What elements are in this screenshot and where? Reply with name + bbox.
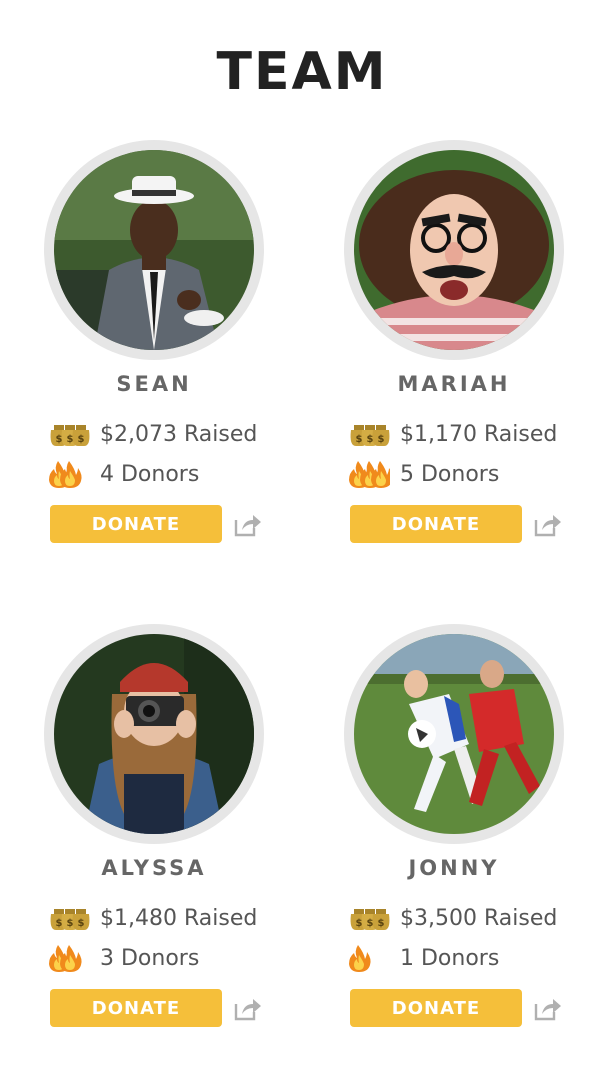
woman-with-camera-photo[interactable] [54, 634, 254, 834]
member-name: JONNY [408, 856, 500, 880]
fire-icon [48, 458, 90, 490]
raised-amount: $1,170 Raised [400, 421, 558, 447]
money-bags-icon: $ $ $ [348, 902, 390, 934]
donor-count: 5 Donors [400, 461, 500, 487]
member-name: SEAN [116, 372, 192, 396]
money-bags-icon: $ $ $ [348, 418, 390, 450]
donors-row: 3 Donors [48, 942, 199, 974]
svg-text:$: $ [356, 918, 363, 929]
page-title: TEAM [216, 42, 388, 102]
woman-with-groucho-glasses-photo[interactable] [354, 150, 554, 350]
member-name: MARIAH [397, 372, 511, 396]
fire-icon [348, 942, 390, 974]
donors-row: 5 Donors [348, 458, 499, 490]
svg-text:$: $ [378, 434, 385, 445]
money-bags-icon: $ $ $ [48, 902, 90, 934]
donors-row: 4 Donors [48, 458, 199, 490]
soccer-players-photo[interactable] [354, 634, 554, 834]
avatar-ring [344, 140, 564, 360]
man-in-hat-suit-photo[interactable] [54, 150, 254, 350]
avatar-ring [44, 624, 264, 844]
raised-amount: $2,073 Raised [100, 421, 258, 447]
donate-button[interactable]: DONATE [350, 989, 522, 1027]
share-icon[interactable] [232, 510, 262, 538]
fire-icon [348, 458, 390, 490]
raised-row: $ $ $ $1,170 Raised [348, 418, 557, 450]
donate-button[interactable]: DONATE [50, 505, 222, 543]
member-name: ALYSSA [101, 856, 207, 880]
svg-text:$: $ [67, 918, 74, 929]
raised-row: $ $ $ $3,500 Raised [348, 902, 557, 934]
raised-amount: $3,500 Raised [400, 905, 558, 931]
raised-row: $ $ $ $2,073 Raised [48, 418, 257, 450]
fire-icon [48, 942, 90, 974]
svg-text:$: $ [367, 918, 374, 929]
money-bags-icon: $ $ $ [48, 418, 90, 450]
donor-count: 3 Donors [100, 945, 200, 971]
raised-amount: $1,480 Raised [100, 905, 258, 931]
raised-row: $ $ $ $1,480 Raised [48, 902, 257, 934]
svg-text:$: $ [56, 434, 63, 445]
donor-count: 1 Donors [400, 945, 500, 971]
svg-text:$: $ [367, 434, 374, 445]
donor-count: 4 Donors [100, 461, 200, 487]
donate-button[interactable]: DONATE [350, 505, 522, 543]
svg-text:$: $ [67, 434, 74, 445]
svg-text:$: $ [378, 918, 385, 929]
svg-text:$: $ [78, 918, 85, 929]
donors-row: 1 Donors [348, 942, 499, 974]
share-icon[interactable] [532, 994, 562, 1022]
svg-text:$: $ [356, 434, 363, 445]
donate-button[interactable]: DONATE [50, 989, 222, 1027]
share-icon[interactable] [532, 510, 562, 538]
svg-text:$: $ [78, 434, 85, 445]
avatar-ring [344, 624, 564, 844]
share-icon[interactable] [232, 994, 262, 1022]
avatar-ring [44, 140, 264, 360]
svg-text:$: $ [56, 918, 63, 929]
